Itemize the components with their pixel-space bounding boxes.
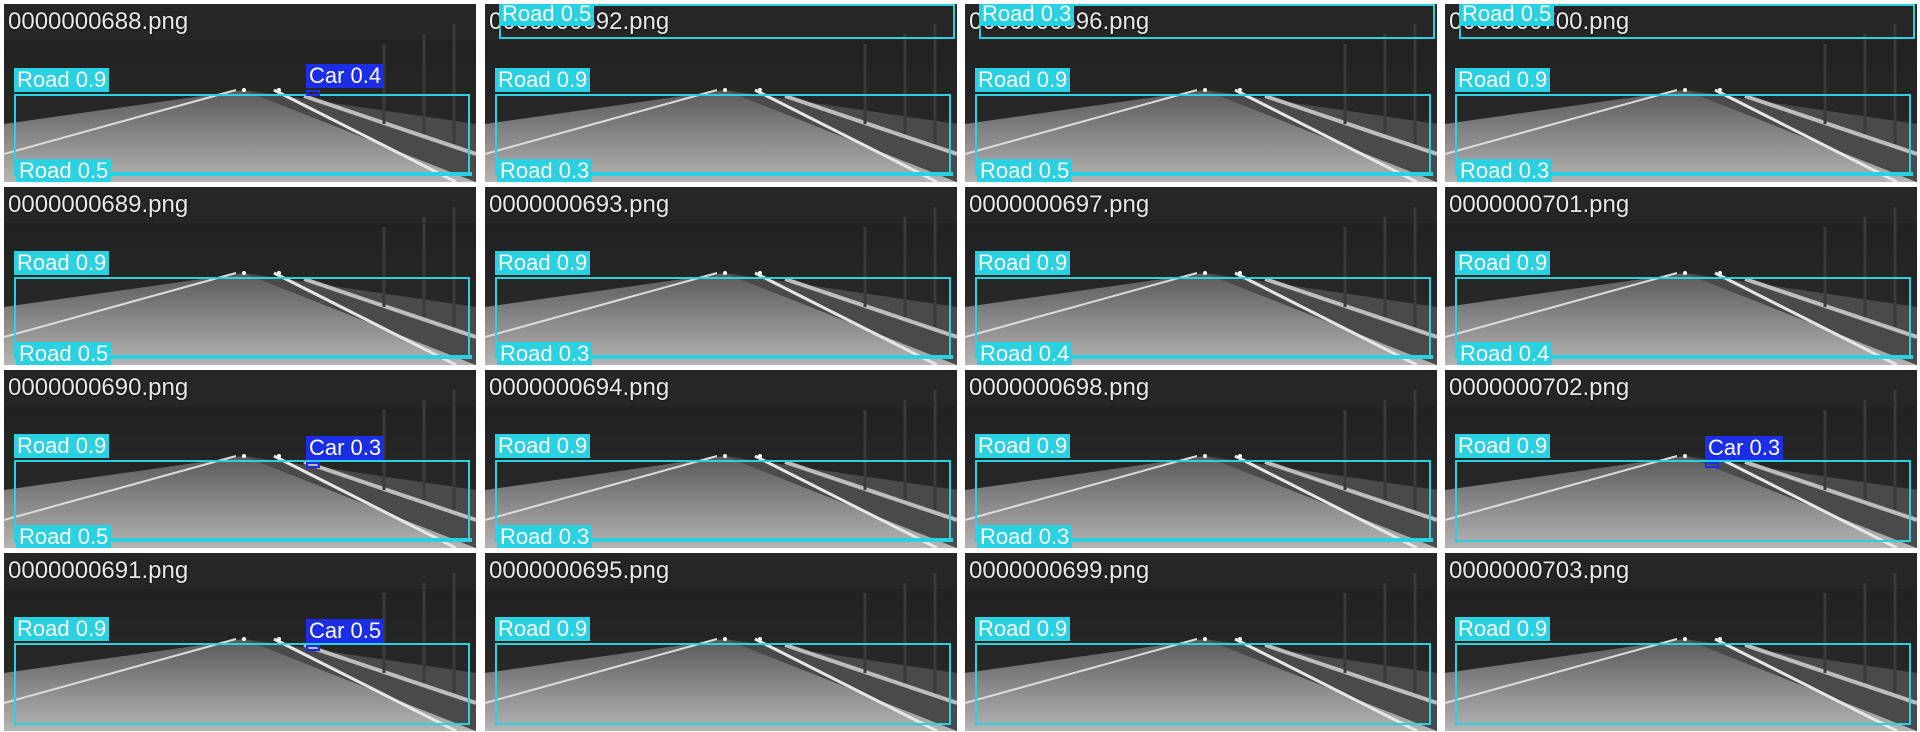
detection-tile: Road 0.5Road 0.9Road 0.30000000700.png [1445,4,1917,182]
image-filename: 0000000688.png [8,8,189,35]
detection-tile: Road 0.5Road 0.9Road 0.30000000692.png [485,4,957,182]
detection-tile: Road 0.9 Car 0.3 Road 0.5 0000000690.png [4,370,476,548]
road-detection-label: Road 0.9 [975,617,1071,641]
road-detection-label: Road 0.9 [975,434,1071,458]
detection-tile: Road 0.9 Road 0.3 0000000694.png [485,370,957,548]
road-detection-label: Road 0.4 [977,342,1073,365]
image-filename: 0000000701.png [1449,191,1630,218]
road-detection-label: Road 0.3 [497,159,593,182]
road-bounding-box [975,643,1431,725]
road-detection-label: Road 0.5 [1459,4,1555,26]
car-bounding-box [1705,462,1719,468]
car-detection-label: Car 0.3 [1705,436,1784,460]
image-filename: 0000000698.png [969,374,1150,401]
road-detection-label: Road 0.4 [1457,342,1553,365]
image-filename: 0000000694.png [489,374,670,401]
road-detection-label: Road 0.3 [977,525,1073,548]
road-detection-label: Road 0.9 [495,434,591,458]
detection-tile: Road 0.3Road 0.9Road 0.50000000696.png [965,4,1437,182]
detection-tile: Road 0.9 Road 0.3 0000000693.png [485,187,957,365]
image-filename: 0000000690.png [8,374,189,401]
road-detection-label: Road 0.9 [14,617,110,641]
car-bounding-box [306,462,320,468]
car-detection-label: Car 0.3 [306,436,385,460]
detection-tile: Road 0.9 Car 0.5 0000000691.png [4,553,476,731]
image-filename: 0000000699.png [969,557,1150,584]
road-detection-label: Road 0.9 [495,617,591,641]
image-filename: 0000000702.png [1449,374,1630,401]
road-detection-label: Road 0.3 [497,525,593,548]
image-filename: 0000000691.png [8,557,189,584]
detection-tile: Road 0.9 Road 0.5 0000000689.png [4,187,476,365]
road-detection-label: Road 0.9 [495,251,591,275]
detection-tile: Road 0.9 Car 0.3 0000000702.png [1445,370,1917,548]
car-bounding-box [306,645,320,651]
image-filename: 0000000695.png [489,557,670,584]
road-detection-label: Road 0.9 [1455,617,1551,641]
road-detection-label: Road 0.9 [14,251,110,275]
road-bounding-box [14,643,470,725]
detection-results-grid: Road 0.9 Car 0.4 Road 0.5 0000000688.png Ro… [0,0,1920,732]
image-filename: 0000000703.png [1449,557,1630,584]
road-bounding-box [1455,643,1911,725]
car-detection-label: Car 0.4 [306,64,385,88]
detection-tile: Road 0.9 Road 0.4 0000000701.png [1445,187,1917,365]
detection-tile: Road 0.9 Road 0.4 0000000697.png [965,187,1437,365]
road-detection-label: Road 0.3 [1457,159,1553,182]
car-detection-label: Car 0.5 [306,619,385,643]
detection-tile: Road 0.9 0000000695.png [485,553,957,731]
road-detection-label: Road 0.9 [495,68,591,92]
road-bounding-box [495,643,951,725]
road-detection-label: Road 0.9 [975,251,1071,275]
detection-tile: Road 0.9 0000000703.png [1445,553,1917,731]
image-filename: 0000000693.png [489,191,670,218]
road-detection-label: Road 0.3 [497,342,593,365]
road-detection-label: Road 0.9 [14,68,110,92]
road-detection-label: Road 0.5 [499,4,595,26]
road-detection-label: Road 0.5 [16,342,112,365]
road-detection-label: Road 0.5 [977,159,1073,182]
road-detection-label: Road 0.9 [1455,68,1551,92]
detection-tile: Road 0.9 Car 0.4 Road 0.5 0000000688.png [4,4,476,182]
image-filename: 0000000689.png [8,191,189,218]
image-filename: 0000000697.png [969,191,1150,218]
road-detection-label: Road 0.5 [16,525,112,548]
road-detection-label: Road 0.9 [1455,434,1551,458]
car-bounding-box [306,90,320,96]
detection-tile: Road 0.9 Road 0.3 0000000698.png [965,370,1437,548]
road-detection-label: Road 0.9 [14,434,110,458]
road-detection-label: Road 0.9 [975,68,1071,92]
road-detection-label: Road 0.9 [1455,251,1551,275]
road-detection-label: Road 0.3 [979,4,1075,26]
detection-tile: Road 0.9 0000000699.png [965,553,1437,731]
road-bounding-box [1455,460,1911,542]
road-detection-label: Road 0.5 [16,159,112,182]
